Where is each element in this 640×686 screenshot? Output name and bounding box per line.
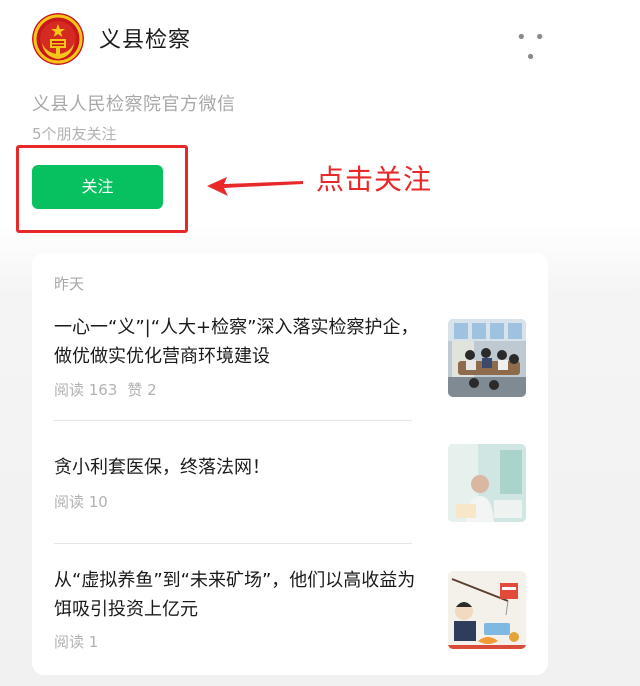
article-thumbnail [448, 319, 526, 397]
account-description: 义县人民检察院官方微信 [32, 94, 236, 115]
article-meta: 阅读 10 [54, 491, 108, 512]
divider [54, 543, 412, 544]
read-count: 阅读 10 [54, 493, 108, 511]
articles-card: 昨天 一心一“义”|“人大+检察”深入落实检察护企，做优做实优化营商环境建设 阅… [32, 253, 548, 675]
article-title: 从“虚拟养鱼”到“未来矿场”，他们以高收益为饵吸引投资上亿元 [54, 570, 416, 620]
read-count: 阅读 1 [54, 633, 99, 651]
account-name: 义县检察 [99, 28, 192, 53]
divider [54, 420, 412, 421]
read-count: 阅读 163 [54, 381, 118, 399]
article-meta: 阅读 163 赞 2 [54, 379, 157, 400]
article-thumbnail [448, 444, 526, 522]
follow-button[interactable]: 关注 [32, 165, 163, 209]
like-count: 赞 2 [127, 381, 157, 399]
article-thumbnail [448, 571, 526, 649]
procuratorate-emblem-icon [32, 13, 84, 65]
more-icon[interactable]: • • • [514, 28, 548, 68]
account-avatar[interactable] [32, 13, 84, 65]
article-meta: 阅读 1 [54, 631, 98, 652]
arrow-left-icon [207, 177, 303, 196]
article-title: 贪小利套医保，终落法网！ [54, 457, 270, 478]
friends-following-count: 5个朋友关注 [32, 125, 117, 143]
article-title: 一心一“义”|“人大+检察”深入落实检察护企，做优做实优化营商环境建设 [54, 317, 419, 367]
date-label: 昨天 [54, 275, 85, 293]
annotation-text: 点击关注 [316, 163, 433, 196]
